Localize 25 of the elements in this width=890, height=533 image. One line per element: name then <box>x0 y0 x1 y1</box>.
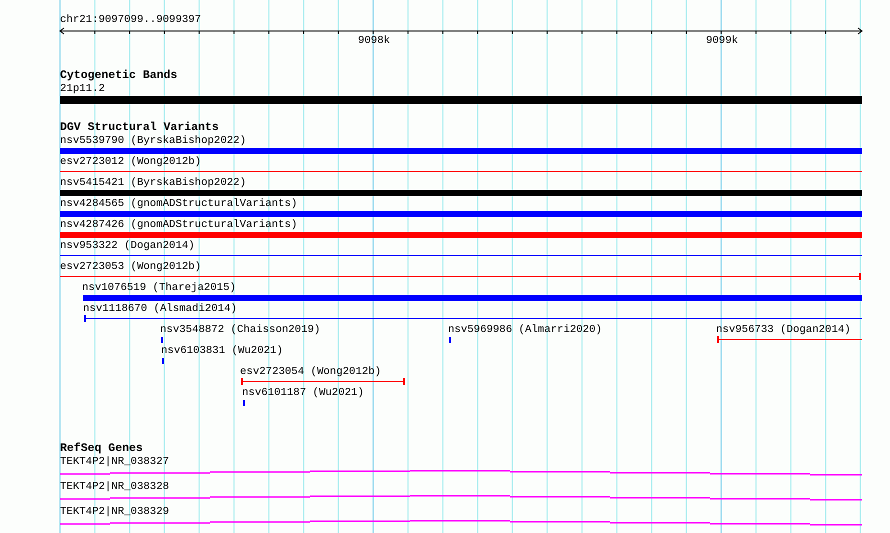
feature-label: TEKT4P2|NR_038329 <box>60 506 170 519</box>
track-title: Cytogenetic Bands <box>60 69 178 82</box>
feature-label: nsv4287426 (gnomADStructuralVariants) <box>60 219 298 232</box>
feature-label: nsv5969986 (Almarri2020) <box>448 324 602 337</box>
feature-label: nsv3548872 (Chaisson2019) <box>160 324 320 337</box>
feature-label: nsv5539790 (ByrskaBishop2022) <box>60 135 246 148</box>
feature-label: TEKT4P2|NR_038327 <box>60 456 170 469</box>
feature-label: nsv6103831 (Wu2021) <box>161 345 283 358</box>
feature-label: nsv1076519 (Thareja2015) <box>82 282 236 295</box>
location-label: chr21:9097099..9099397 <box>60 14 202 27</box>
feature-label: esv2723054 (Wong2012b) <box>240 366 382 379</box>
feature-label: 21p11.2 <box>60 83 105 96</box>
feature-label: esv2723012 (Wong2012b) <box>60 156 202 169</box>
feature-label: nsv4284565 (gnomADStructuralVariants) <box>60 198 298 211</box>
feature-label: nsv1118670 (Alsmadi2014) <box>83 303 237 316</box>
feature-label: nsv5415421 (ByrskaBishop2022) <box>60 177 246 190</box>
feature-label: nsv6101187 (Wu2021) <box>242 387 364 400</box>
feature-label: nsv953322 (Dogan2014) <box>60 240 195 253</box>
tick-label: 9099k <box>706 35 738 47</box>
feature-label: nsv956733 (Dogan2014) <box>716 324 851 337</box>
feature-label: esv2723053 (Wong2012b) <box>60 261 202 274</box>
feature-label: TEKT4P2|NR_038328 <box>60 481 170 494</box>
tick-label: 9098k <box>358 35 390 47</box>
track-title: RefSeq Genes <box>60 442 143 455</box>
track-title: DGV Structural Variants <box>60 121 219 134</box>
